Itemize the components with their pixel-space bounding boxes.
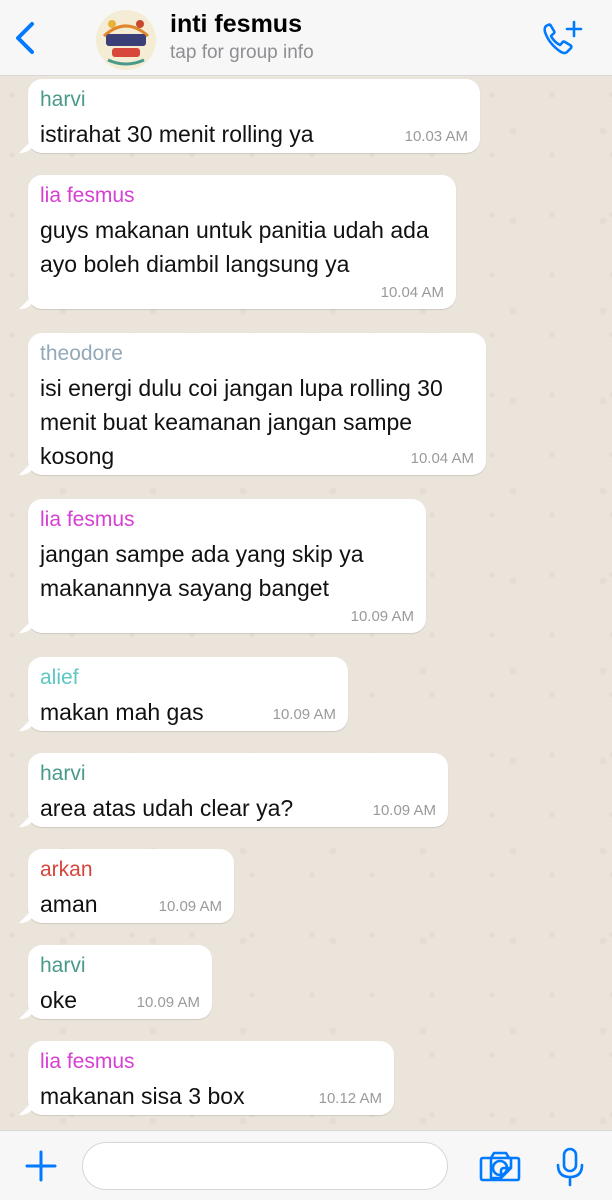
microphone-icon xyxy=(556,1147,584,1187)
message-text: isi energi dulu coi jangan lupa rolling … xyxy=(40,375,443,469)
message-sender: harvi xyxy=(40,954,86,977)
message-time: 10.04 AM xyxy=(380,284,444,301)
message-bubble[interactable]: harvi istirahat 30 menit rolling ya 10.0… xyxy=(28,79,480,153)
message-sender: lia fesmus xyxy=(40,184,135,207)
message-bubble[interactable]: harvi oke 10.09 AM xyxy=(28,945,212,1019)
message-sender: alief xyxy=(40,666,79,689)
message-text: guys makanan untuk panitia udah ada ayo … xyxy=(40,217,429,277)
message-sender: lia fesmus xyxy=(40,1050,135,1073)
microphone-button[interactable] xyxy=(552,1145,588,1189)
message-bubble[interactable]: lia fesmus jangan sampe ada yang skip ya… xyxy=(28,499,426,633)
composer-bar xyxy=(0,1130,612,1200)
music-festival-logo xyxy=(96,10,156,70)
attach-button[interactable] xyxy=(20,1145,62,1187)
message-input[interactable] xyxy=(82,1142,513,1190)
message-bubble[interactable]: alief makan mah gas 10.09 AM xyxy=(28,657,348,731)
group-avatar[interactable] xyxy=(96,10,156,70)
message-sender: theodore xyxy=(40,342,123,365)
message-bubble[interactable]: theodore isi energi dulu coi jangan lupa… xyxy=(28,333,486,475)
message-sender: harvi xyxy=(40,88,86,111)
message-text: jangan sampe ada yang skip ya makanannya… xyxy=(40,541,364,601)
message-time: 10.09 AM xyxy=(350,608,414,625)
message-bubble[interactable]: lia fesmus makanan sisa 3 box 10.12 AM xyxy=(28,1041,394,1115)
camera-button[interactable] xyxy=(478,1147,522,1185)
message-time: 10.04 AM xyxy=(410,450,474,467)
phone-plus-icon xyxy=(543,20,583,55)
back-button[interactable] xyxy=(8,18,44,58)
message-time: 10.09 AM xyxy=(136,994,200,1011)
chat-header: inti fesmus tap for group info xyxy=(0,0,612,76)
message-bubble[interactable]: lia fesmus guys makanan untuk panitia ud… xyxy=(28,175,456,309)
message-time: 10.09 AM xyxy=(372,802,436,819)
add-call-button[interactable] xyxy=(536,16,586,60)
message-sender: harvi xyxy=(40,762,86,785)
message-time: 10.09 AM xyxy=(272,706,336,723)
plus-icon xyxy=(25,1150,57,1182)
message-time: 10.12 AM xyxy=(318,1090,382,1107)
message-list[interactable]: harvi istirahat 30 menit rolling ya 10.0… xyxy=(0,77,612,1129)
chat-subtitle[interactable]: tap for group info xyxy=(170,42,314,64)
chevron-left-icon xyxy=(16,22,34,54)
message-time: 10.03 AM xyxy=(404,128,468,145)
message-bubble[interactable]: arkan aman 10.09 AM xyxy=(28,849,234,923)
message-sender: lia fesmus xyxy=(40,508,135,531)
message-sender: arkan xyxy=(40,858,93,881)
message-bubble[interactable]: harvi area atas udah clear ya? 10.09 AM xyxy=(28,753,448,827)
chat-title[interactable]: inti fesmus xyxy=(170,10,302,39)
camera-icon xyxy=(479,1151,521,1182)
message-time: 10.09 AM xyxy=(158,898,222,915)
